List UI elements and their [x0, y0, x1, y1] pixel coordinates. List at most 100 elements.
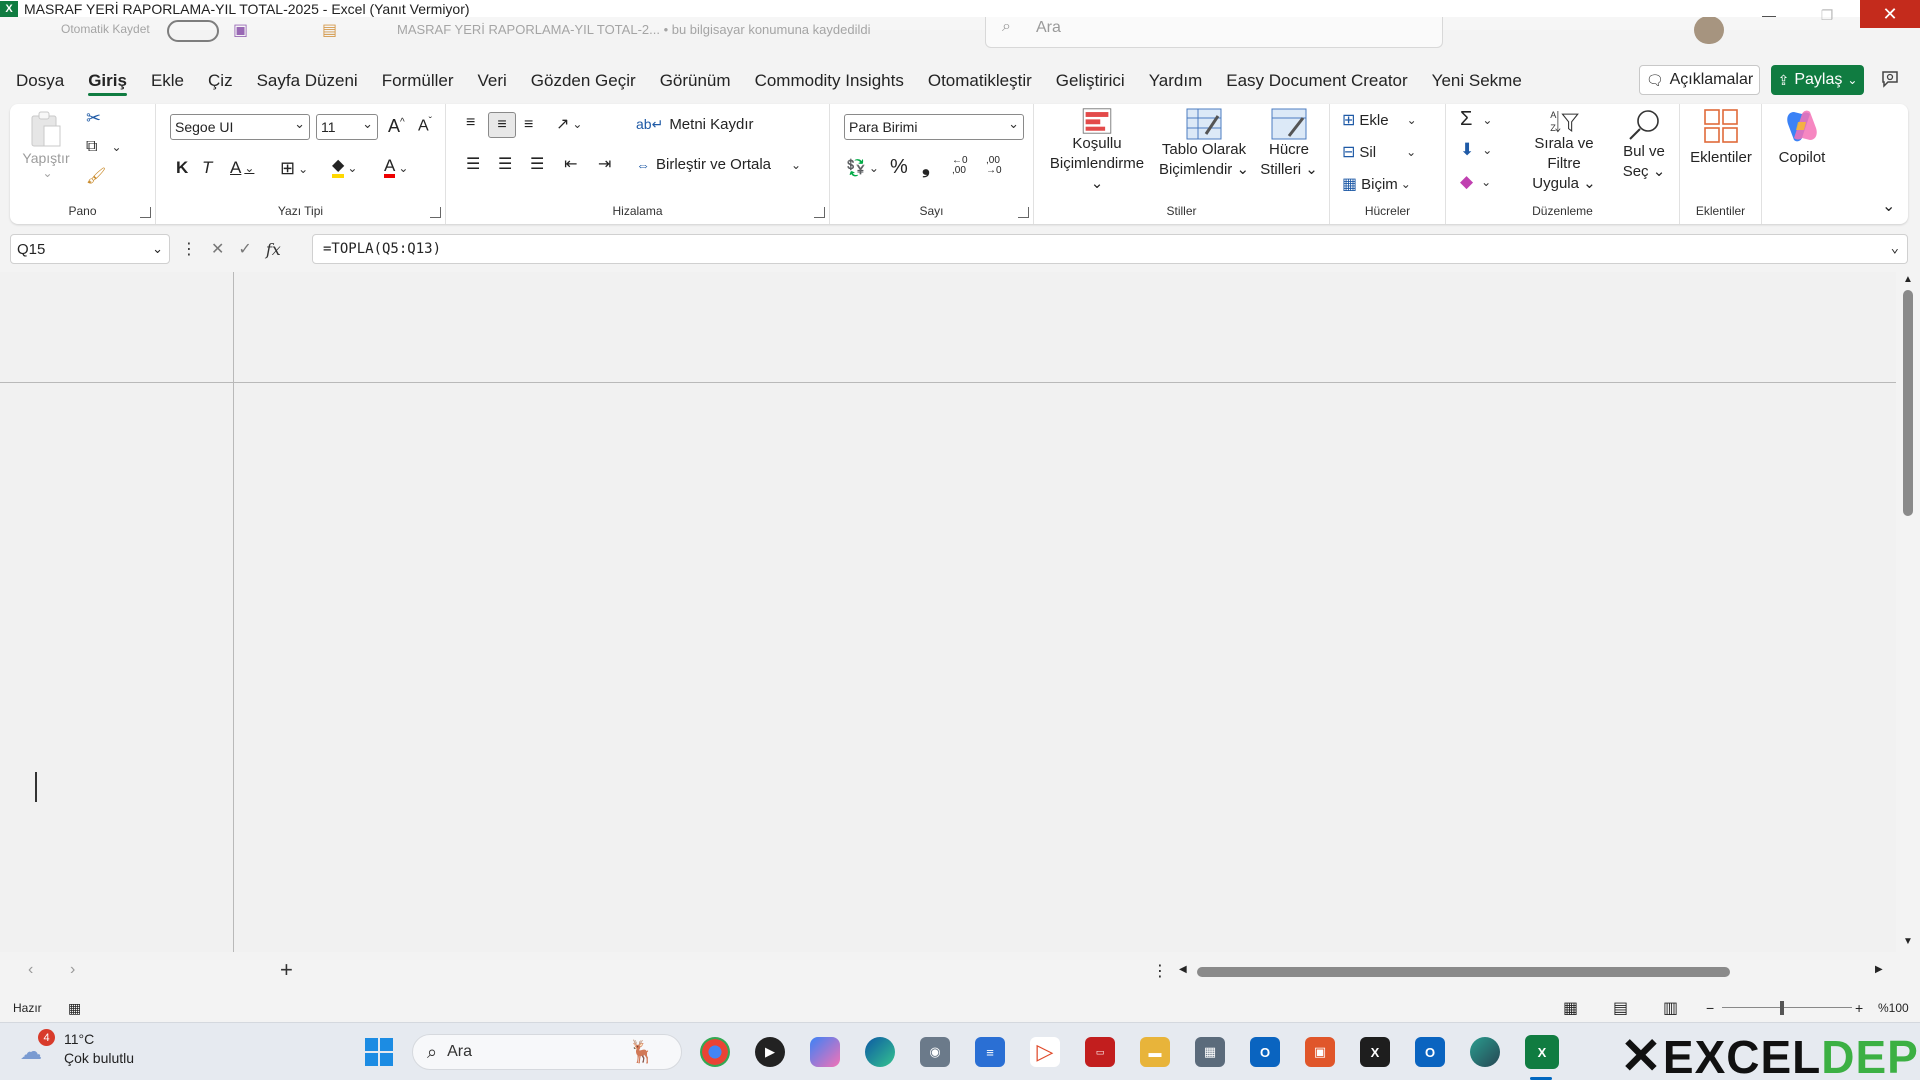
scroll-down-icon[interactable]: ▼: [1903, 936, 1913, 947]
minimize-button[interactable]: —: [1746, 2, 1792, 28]
zoom-slider[interactable]: [1722, 1007, 1852, 1008]
find-select-button[interactable]: Bul ve Seç ⌄: [1612, 108, 1676, 194]
vertical-scrollbar[interactable]: ▲ ▼: [1896, 272, 1920, 952]
zoom-out-icon[interactable]: −: [1706, 1000, 1714, 1016]
copilot-app-icon[interactable]: [810, 1037, 840, 1067]
page-break-view-icon[interactable]: ▥: [1663, 998, 1678, 1018]
office-app-icon[interactable]: ▣: [1305, 1037, 1335, 1067]
share-button[interactable]: ⇪ Paylaş ⌄: [1771, 65, 1864, 95]
accessibility-icon[interactable]: ▦: [68, 1000, 81, 1017]
tab-giris[interactable]: Giriş: [76, 60, 139, 102]
page-layout-view-icon[interactable]: ▤: [1613, 998, 1628, 1018]
tab-yeni-sekme[interactable]: Yeni Sekme: [1420, 60, 1534, 102]
edge-icon[interactable]: [865, 1037, 895, 1067]
align-right-button[interactable]: ☰: [530, 154, 544, 174]
profile-avatar[interactable]: [1694, 16, 1724, 44]
file-icon[interactable]: ▤: [322, 20, 337, 40]
copy-button[interactable]: ⧉ ⌄: [86, 138, 122, 156]
number-launcher-icon[interactable]: [1018, 207, 1029, 218]
comma-button[interactable]: ❟: [922, 156, 930, 179]
percent-button[interactable]: %: [890, 156, 908, 179]
formula-input[interactable]: =TOPLA(Q5:Q13) ⌄: [312, 234, 1908, 264]
font-size-dropdown[interactable]: 11: [316, 114, 378, 140]
shrink-font-button[interactable]: Aˇ: [418, 116, 432, 135]
alignment-launcher-icon[interactable]: [814, 207, 825, 218]
font-name-dropdown[interactable]: Segoe UI: [170, 114, 310, 140]
tab-otomatiklestir[interactable]: Otomatikleştir: [916, 60, 1044, 102]
zoom-slider-knob[interactable]: [1780, 1001, 1784, 1015]
tab-yardim[interactable]: Yardım: [1137, 60, 1215, 102]
search-box[interactable]: ⌕ Ara: [985, 12, 1443, 48]
underline-button[interactable]: A ⌄: [230, 158, 254, 178]
autosave-toggle[interactable]: [167, 20, 219, 42]
chevron-down-icon[interactable]: ⌄: [1891, 240, 1899, 256]
decrease-indent-button[interactable]: ⇤: [564, 154, 577, 174]
name-box[interactable]: Q15 ⌄: [10, 234, 170, 264]
tab-veri[interactable]: Veri: [466, 60, 519, 102]
format-painter-button[interactable]: 🖌: [86, 166, 106, 186]
sort-filter-button[interactable]: AZ Sırala ve Filtre Uygula ⌄: [1516, 108, 1612, 194]
cut-button[interactable]: ✂: [86, 108, 101, 129]
taskbar-search[interactable]: ⌕ Ara 🦌: [412, 1034, 682, 1070]
chrome-icon[interactable]: [700, 1037, 730, 1067]
clear-button[interactable]: ◆ ⌄: [1460, 172, 1491, 192]
horizontal-scrollbar[interactable]: ◀ ▶: [1175, 963, 1891, 981]
clipboard-launcher-icon[interactable]: [140, 207, 151, 218]
coauthoring-icon[interactable]: [1878, 68, 1902, 92]
outlook-icon[interactable]: O: [1250, 1037, 1280, 1067]
scroll-up-icon[interactable]: ▲: [1903, 274, 1913, 285]
teams-like-icon[interactable]: [1470, 1037, 1500, 1067]
ribbon-collapse-button[interactable]: ⌄: [1882, 196, 1895, 216]
font-color-button[interactable]: A ⌄: [384, 157, 408, 178]
tab-sayfa-duzeni[interactable]: Sayfa Düzeni: [245, 60, 370, 102]
delete-cells-button[interactable]: ⊟ Sil ⌄: [1342, 142, 1416, 162]
autosum-button[interactable]: Σ ⌄: [1460, 108, 1492, 131]
borders-button[interactable]: ⊞ ⌄: [280, 158, 308, 179]
comments-button[interactable]: 🗨 Açıklamalar: [1639, 65, 1760, 95]
tab-ekle[interactable]: Ekle: [139, 60, 196, 102]
scroll-left-icon[interactable]: ◀: [1179, 964, 1187, 975]
enter-icon[interactable]: ✓: [238, 239, 251, 259]
cancel-icon[interactable]: ✕: [211, 239, 224, 259]
tab-commodity-insights[interactable]: Commodity Insights: [743, 60, 916, 102]
decrease-decimal-button[interactable]: ,00 →0: [986, 156, 1002, 176]
orientation-button[interactable]: ↗ ⌄: [556, 114, 582, 134]
tab-ciz[interactable]: Çiz: [196, 60, 245, 102]
font-launcher-icon[interactable]: [430, 207, 441, 218]
more-options-icon[interactable]: ⋮: [1152, 961, 1168, 981]
vertical-scroll-thumb[interactable]: [1903, 290, 1913, 516]
add-sheet-button[interactable]: +: [280, 957, 293, 983]
tab-dosya[interactable]: Dosya: [0, 60, 76, 102]
horizontal-scroll-thumb[interactable]: [1197, 967, 1730, 977]
grow-font-button[interactable]: A^: [388, 116, 405, 137]
calculator-icon[interactable]: ▦: [1195, 1037, 1225, 1067]
fill-color-button[interactable]: ◆ ⌄: [332, 158, 357, 178]
start-button[interactable]: [364, 1037, 394, 1067]
close-button[interactable]: ✕: [1860, 0, 1920, 28]
save-icon[interactable]: ▣: [233, 20, 248, 40]
notepad-icon[interactable]: ≡: [975, 1037, 1005, 1067]
insert-cells-button[interactable]: ⊞ Ekle ⌄: [1342, 110, 1417, 130]
excel-dark-icon[interactable]: X: [1360, 1037, 1390, 1067]
excel-taskbar-icon[interactable]: X: [1525, 1035, 1559, 1069]
currency-button[interactable]: 💱 ⌄: [846, 158, 879, 178]
format-cells-button[interactable]: ▦ Biçim ⌄: [1342, 174, 1411, 194]
worksheet-grid[interactable]: [0, 272, 1896, 952]
anydesk-icon[interactable]: ▭: [1085, 1037, 1115, 1067]
bold-button[interactable]: K: [176, 158, 188, 178]
italic-button[interactable]: T: [202, 158, 212, 178]
align-middle-button[interactable]: ≡: [488, 112, 516, 138]
camera-icon[interactable]: ◉: [920, 1037, 950, 1067]
scroll-right-icon[interactable]: ▶: [1875, 964, 1883, 975]
align-center-button[interactable]: ☰: [498, 154, 512, 174]
video-app-icon[interactable]: ▷: [1030, 1037, 1060, 1067]
format-as-table-button[interactable]: Tablo Olarak Biçimlendir ⌄: [1154, 108, 1254, 194]
normal-view-icon[interactable]: ▦: [1563, 998, 1578, 1018]
align-bottom-button[interactable]: ≡: [524, 116, 533, 134]
zoom-level[interactable]: %100: [1878, 1001, 1909, 1015]
more-options-icon[interactable]: ⋮: [181, 239, 197, 259]
insert-function-button[interactable]: fx: [266, 240, 281, 259]
outlook-new-icon[interactable]: O: [1415, 1037, 1445, 1067]
copilot-button[interactable]: Copilot: [1766, 108, 1838, 194]
align-left-button[interactable]: ☰: [466, 154, 480, 174]
